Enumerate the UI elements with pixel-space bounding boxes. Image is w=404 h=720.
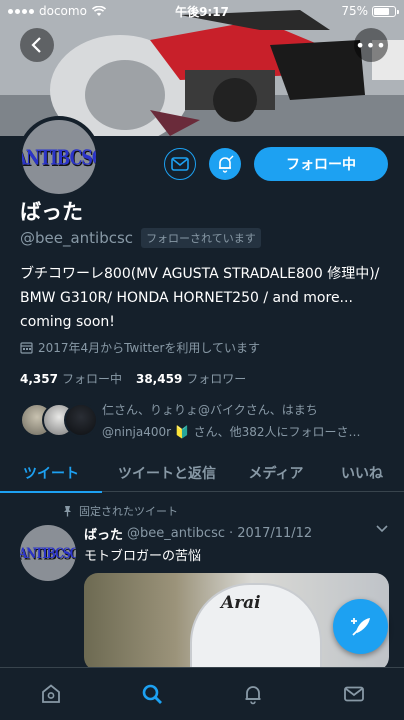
helmet-brand: Arai: [221, 593, 261, 613]
profile-handle: @bee_antibcsc: [20, 229, 134, 247]
bottom-navigation: [0, 667, 404, 720]
tweet-author-name[interactable]: ばった: [84, 524, 123, 543]
tab-tweets[interactable]: ツイート: [0, 454, 102, 493]
nav-home[interactable]: [31, 674, 71, 714]
status-bar-right: 75%: [341, 4, 399, 18]
ellipsis-icon: •••: [355, 35, 387, 55]
messages-icon: [343, 686, 364, 702]
notifications-icon: [245, 686, 260, 705]
follow-counts: 4,357 フォロー中 38,459 フォロワー: [20, 370, 246, 387]
profile-name: ばった: [20, 200, 83, 224]
calendar-icon: [20, 342, 33, 354]
followed-by-line: @ninja400r 🔰 さん、他382人にフォローさ…: [102, 425, 361, 439]
avatar: [64, 403, 98, 437]
avatar-logo: ANTIBCSC: [20, 544, 76, 562]
message-button[interactable]: [164, 148, 196, 180]
profile-tabs: ツイート ツイートと返信 メディア いいね: [0, 454, 404, 493]
chevron-down-icon: [376, 525, 388, 533]
more-options-button[interactable]: •••: [354, 28, 388, 62]
chevron-left-icon: [31, 37, 41, 53]
handle-row: @bee_antibcsc フォローされています: [20, 228, 261, 248]
followed-by-text[interactable]: 仁さん、りょりょ@バイクさん、はまち @ninja400r 🔰 さん、他382人…: [102, 399, 392, 443]
following-count: 4,357: [20, 372, 58, 386]
pinned-label: 固定されたツイート: [62, 503, 178, 519]
followed-by-avatars[interactable]: [20, 403, 98, 439]
status-bar: docomo 午後9:17 75%: [0, 0, 404, 22]
nav-search[interactable]: [132, 674, 172, 714]
tab-media[interactable]: メディア: [232, 454, 320, 492]
follows-you-badge: フォローされています: [141, 228, 261, 248]
tweet-menu-button[interactable]: [376, 522, 388, 536]
battery-icon: [372, 5, 399, 17]
following-button[interactable]: フォロー中: [254, 147, 388, 181]
followers-count-link[interactable]: 38,459 フォロワー: [136, 370, 246, 387]
avatar-logo: ANTIBCSC: [18, 144, 100, 170]
nav-notifications[interactable]: [233, 674, 273, 714]
following-count-link[interactable]: 4,357 フォロー中: [20, 370, 122, 387]
tweet-date: · 2017/11/12: [229, 526, 313, 541]
search-icon: [142, 684, 162, 704]
joined-date: 2017年4月からTwitterを利用しています: [20, 339, 260, 356]
tweet-text: モトブロガーの苦悩: [84, 549, 202, 564]
notifications-toggle-button[interactable]: [209, 148, 241, 180]
bell-check-icon: [219, 155, 234, 173]
tab-tweets-replies[interactable]: ツイートと返信: [102, 454, 232, 492]
followers-count: 38,459: [135, 372, 183, 386]
pinned-text: 固定されたツイート: [79, 505, 178, 518]
followers-label: フォロワー: [186, 372, 247, 386]
followed-by-line: 仁さん、りょりょ@バイクさん、はまち: [102, 403, 318, 417]
tweet-header: ばった @bee_antibcsc · 2017/11/12: [84, 524, 312, 543]
pin-icon: [64, 506, 71, 517]
nav-messages[interactable]: [334, 674, 374, 714]
back-button[interactable]: [20, 28, 54, 62]
following-label: フォロー中: [61, 372, 122, 386]
compose-tweet-button[interactable]: [333, 599, 388, 654]
carrier-name: docomo: [39, 4, 87, 18]
tab-likes[interactable]: いいね: [320, 454, 404, 492]
compose-feather-icon: [350, 617, 370, 636]
profile-avatar[interactable]: ANTIBCSC: [18, 116, 100, 198]
tweet-author-handle[interactable]: @bee_antibcsc: [127, 526, 225, 541]
status-bar-left: docomo: [8, 4, 106, 18]
profile-bio: ブチコワーレ800(MV AGUSTA STRADALE800 修理中)/ BM…: [20, 266, 380, 330]
joined-text: 2017年4月からTwitterを利用しています: [38, 341, 261, 355]
signal-icon: [8, 8, 34, 14]
wifi-icon: [91, 5, 106, 16]
mail-icon: [171, 157, 189, 171]
home-icon: [41, 684, 60, 703]
tweet-author-avatar[interactable]: ANTIBCSC: [20, 525, 76, 581]
battery-percent: 75%: [341, 4, 368, 18]
